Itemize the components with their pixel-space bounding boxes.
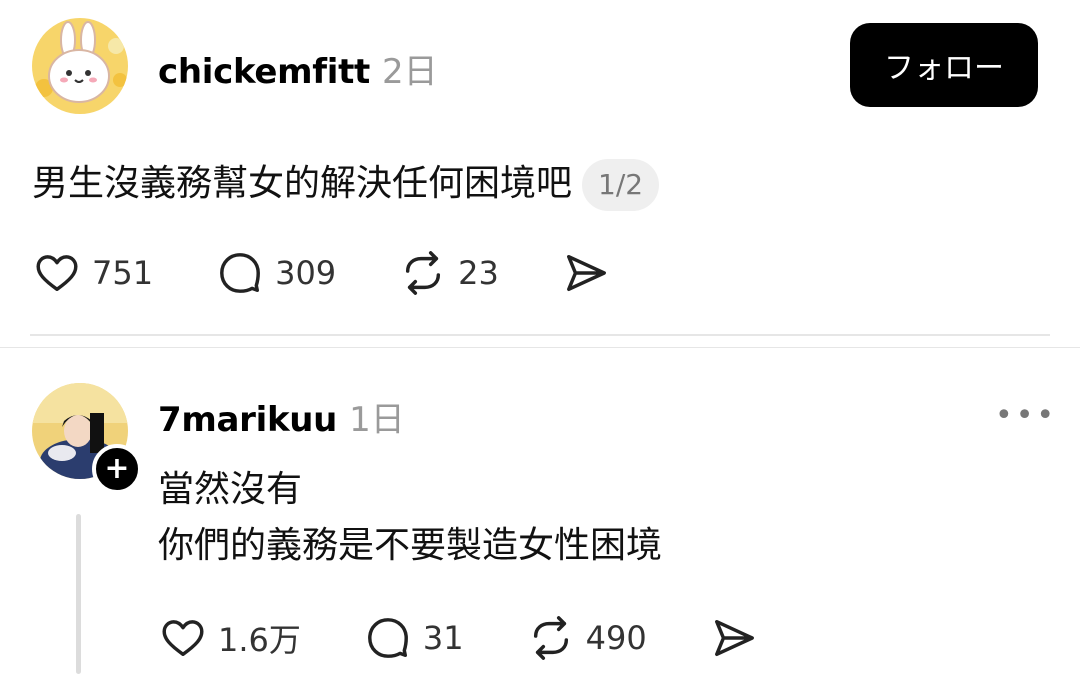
share-icon [714,619,754,657]
comment-count: 31 [422,619,464,657]
repost-count: 490 [585,619,647,657]
share-button[interactable] [563,250,609,296]
repost-button[interactable]: 490 [528,615,647,661]
repost-count: 23 [458,254,499,292]
like-button[interactable]: 1.6万 [160,615,301,661]
reply-actions: 1.6万 31 490 [160,615,757,661]
follow-plus-icon[interactable]: + [92,444,142,494]
username[interactable]: chickemfitt [158,52,370,92]
share-icon [566,254,606,292]
comment-icon [220,253,261,293]
repost-button[interactable]: 23 [400,250,499,296]
more-icon[interactable]: ••• [995,398,1057,433]
post-body: 男生沒義務幫女的解決任何困境吧 [32,163,573,204]
comment-button[interactable]: 309 [217,250,336,296]
comment-icon [367,618,408,658]
reply-header: 7marikuu 1日 [158,392,405,441]
like-button[interactable]: 751 [34,250,153,296]
repost-icon [406,251,441,295]
post-actions: 751 309 23 [34,250,609,296]
post-header: chickemfitt 2日 [158,44,438,93]
follow-button[interactable]: フォロー [850,23,1038,107]
like-count: 1.6万 [218,621,301,659]
username[interactable]: 7marikuu [158,400,337,440]
comment-button[interactable]: 31 [365,615,464,661]
heart-icon [162,620,204,657]
post-divider [30,334,1050,336]
reply-line-2: 你們的義務是不要製造女性困境 [158,525,663,566]
post-time: 2日 [382,52,438,92]
bunny-avatar-icon [32,18,128,114]
reply-time: 1日 [349,400,405,440]
comment-count: 309 [275,254,337,292]
like-count: 751 [92,254,154,292]
thread-line [76,514,81,674]
heart-icon [36,255,78,292]
page-badge: 1/2 [582,159,660,211]
avatar[interactable] [32,18,128,114]
reply-text: 當然沒有 你們的義務是不要製造女性困境 [158,462,662,574]
reply-line-1: 當然沒有 [158,469,303,510]
share-button[interactable] [711,615,757,661]
repost-icon [533,616,568,660]
post-text: 男生沒義務幫女的解決任何困境吧 1/2 [32,156,660,212]
section-divider [0,347,1080,348]
